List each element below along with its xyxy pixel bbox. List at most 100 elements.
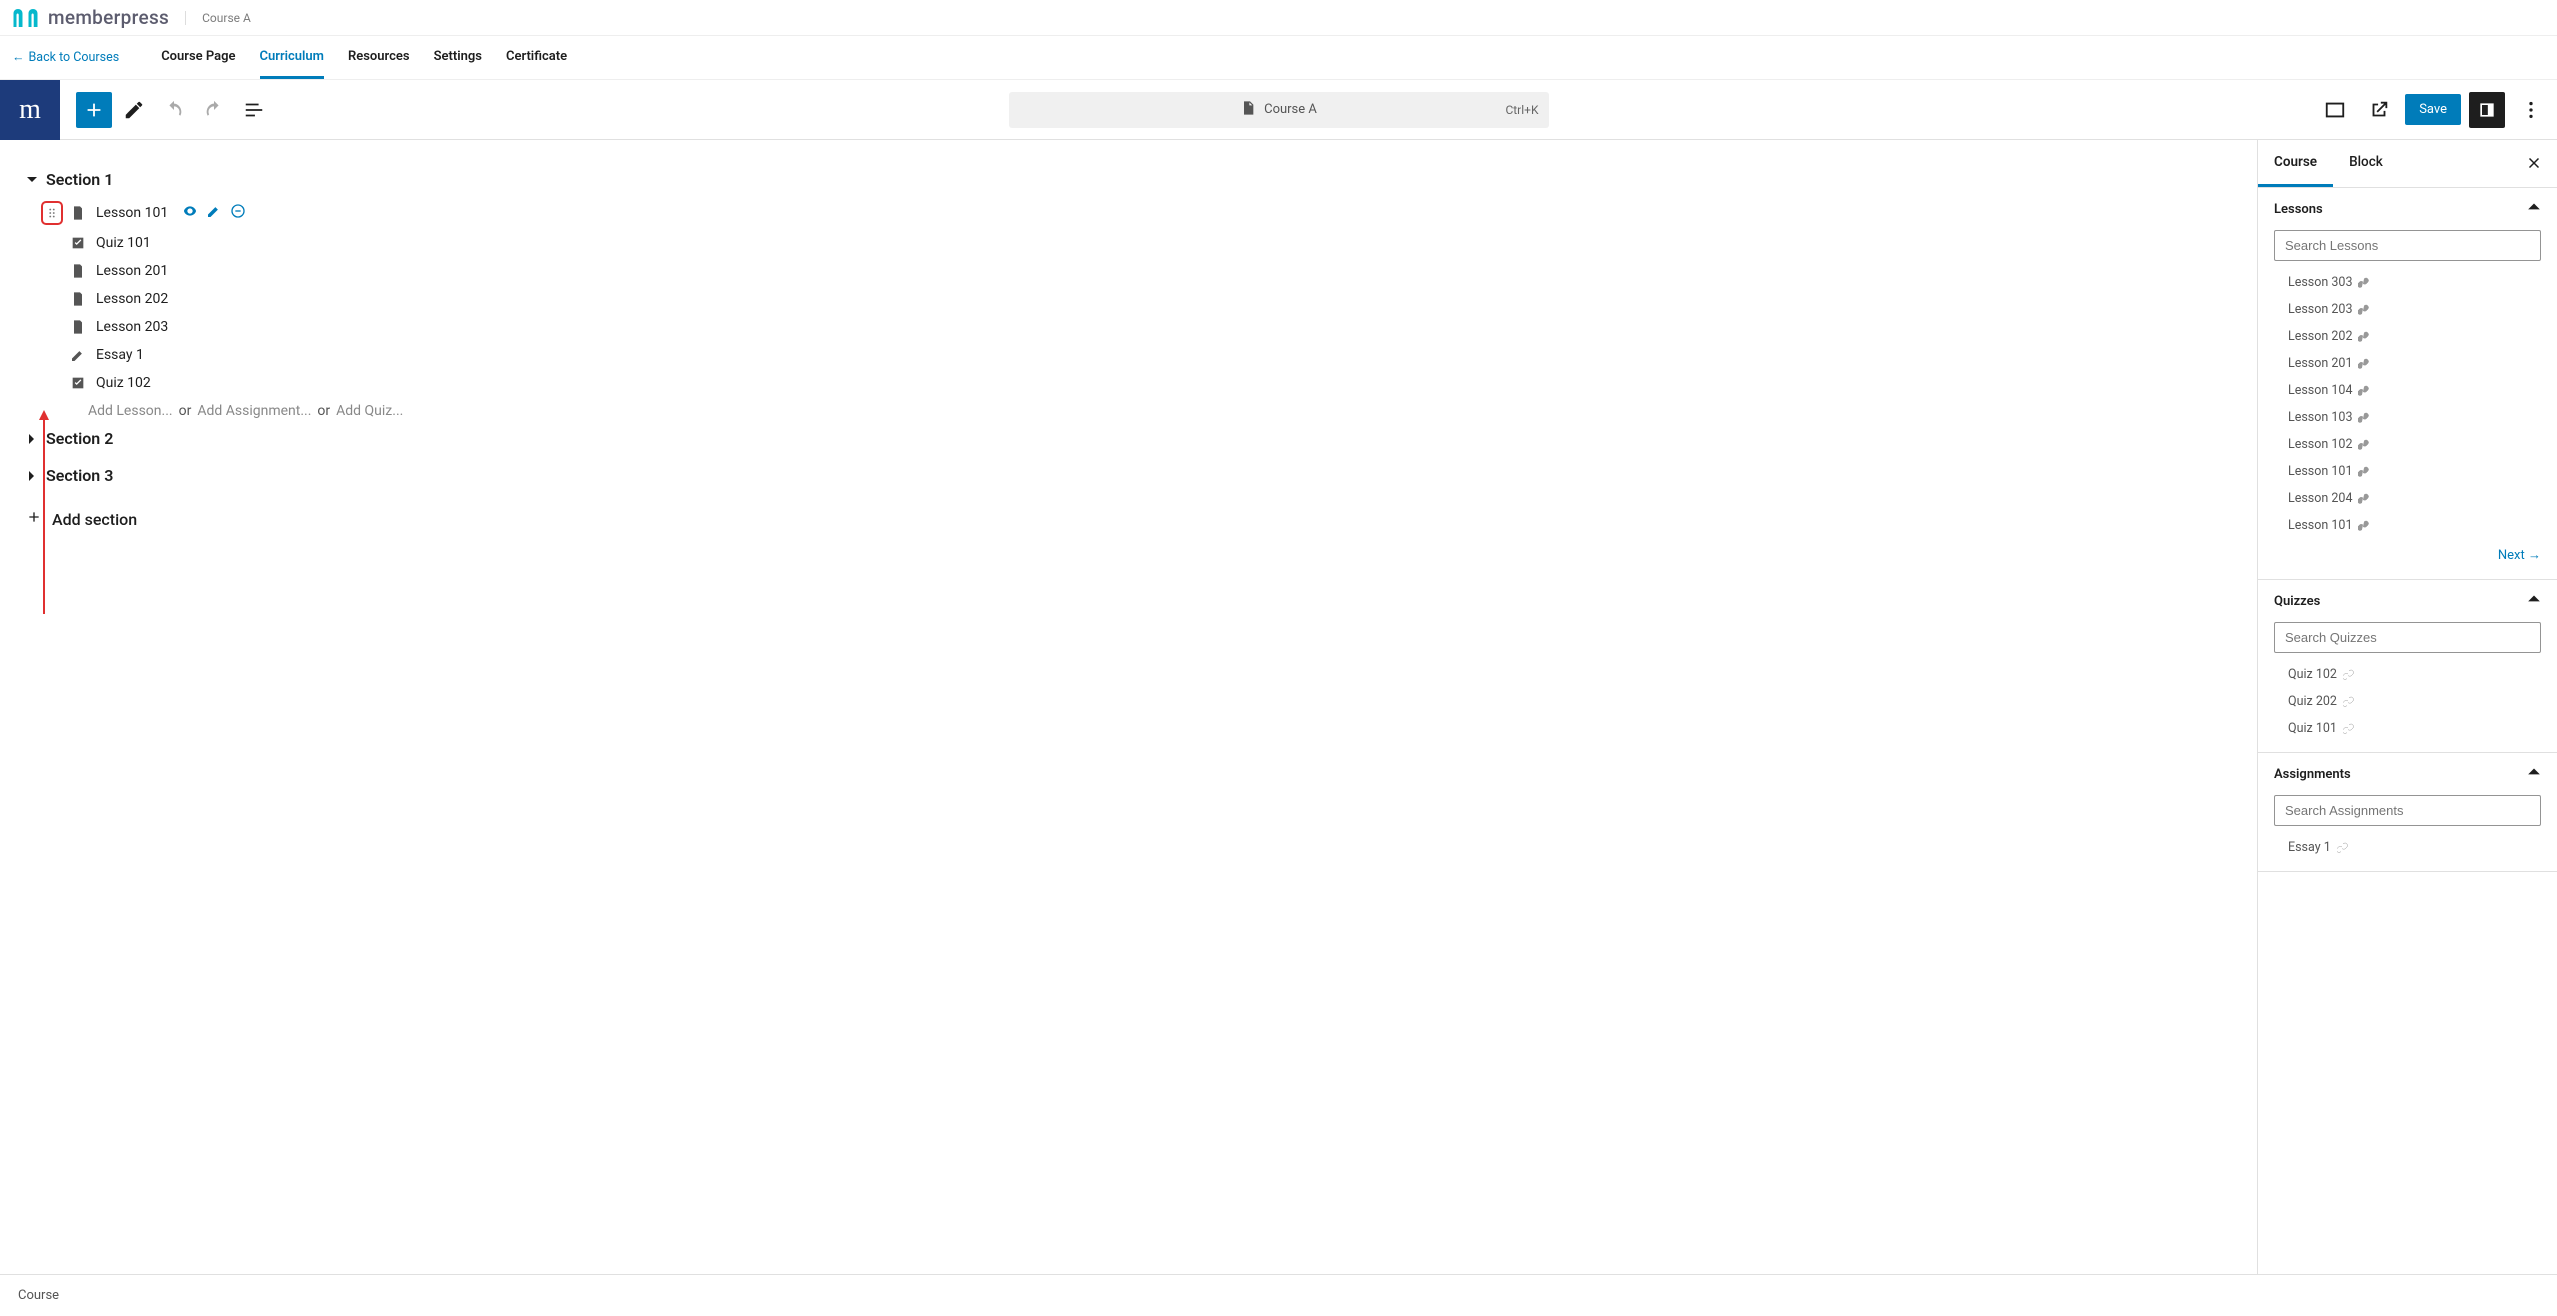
arrow-left-icon: ←: [12, 50, 25, 65]
logo-text: memberpress: [48, 6, 169, 29]
view-settings-button[interactable]: [2317, 92, 2353, 128]
quizzes-panel: Quizzes Quiz 102 Quiz 202 Quiz 101: [2258, 580, 2557, 753]
settings-sidebar: Course Block Lessons Lesson 303 Lesson 2…: [2257, 140, 2557, 1274]
section-header-2[interactable]: Section 2: [26, 429, 2231, 448]
brand-bar: memberpress Course A: [0, 0, 2557, 36]
section-title: Section 3: [46, 466, 113, 485]
sidebar-tab-course[interactable]: Course: [2258, 140, 2333, 187]
next-page-link[interactable]: Next →: [2274, 547, 2541, 563]
more-options-button[interactable]: [2513, 92, 2549, 128]
edit-mode-button[interactable]: [116, 92, 152, 128]
panel-item[interactable]: Quiz 102: [2288, 667, 2541, 682]
panel-item[interactable]: Essay 1: [2288, 840, 2541, 855]
back-to-courses-link[interactable]: ← Back to Courses: [12, 50, 119, 65]
assignments-panel: Assignments Essay 1: [2258, 753, 2557, 872]
add-assignment-link[interactable]: Add Assignment...: [197, 403, 311, 419]
tab-settings[interactable]: Settings: [434, 37, 482, 79]
lesson-row[interactable]: Essay 1: [44, 341, 2231, 369]
workspace: Section 1 Lesson 101 Quiz: [0, 140, 2557, 1274]
document-icon: [70, 263, 86, 279]
save-button[interactable]: Save: [2405, 94, 2461, 125]
annotation-arrow: [43, 418, 45, 614]
edit-icon[interactable]: [206, 203, 222, 223]
toggle-sidebar-button[interactable]: [2469, 92, 2505, 128]
undo-button[interactable]: [156, 92, 192, 128]
section-header-1[interactable]: Section 1: [26, 170, 2231, 189]
keyboard-shortcut-label: Ctrl+K: [1505, 103, 1538, 117]
nav-bar: ← Back to Courses Course Page Curriculum…: [0, 36, 2557, 80]
document-icon: [70, 205, 86, 221]
document-overview-button[interactable]: [236, 92, 272, 128]
assignments-search-input[interactable]: [2274, 795, 2541, 826]
lessons-panel: Lessons Lesson 303 Lesson 203 Lesson 202…: [2258, 188, 2557, 580]
panel-item[interactable]: Lesson 303: [2288, 275, 2541, 290]
course-name-breadcrumb: Course A: [185, 11, 251, 25]
footer-breadcrumb: Course: [0, 1274, 2557, 1316]
drag-handle-icon[interactable]: [44, 204, 60, 222]
tab-certificate[interactable]: Certificate: [506, 37, 567, 79]
section-title: Section 1: [46, 170, 113, 189]
tab-course-page[interactable]: Course Page: [161, 37, 235, 79]
panel-item[interactable]: Lesson 202: [2288, 329, 2541, 344]
document-icon: [70, 291, 86, 307]
panel-item[interactable]: Lesson 201: [2288, 356, 2541, 371]
document-title-bar[interactable]: Course A Ctrl+K: [1009, 92, 1549, 128]
tab-curriculum[interactable]: Curriculum: [260, 37, 324, 79]
document-icon: [1240, 100, 1256, 120]
chevron-right-icon: [26, 470, 38, 482]
section-title: Section 2: [46, 429, 113, 448]
add-row: Add Lesson... or Add Assignment... or Ad…: [88, 403, 2231, 419]
lesson-label: Quiz 102: [96, 375, 151, 391]
lesson-label: Quiz 101: [96, 235, 151, 251]
or-label: or: [179, 403, 192, 419]
panel-item[interactable]: Lesson 204: [2288, 491, 2541, 506]
chevron-down-icon: [26, 174, 38, 186]
lesson-label: Lesson 101: [96, 205, 168, 221]
lesson-row[interactable]: Lesson 203: [44, 313, 2231, 341]
top-tabs: Course Page Curriculum Resources Setting…: [161, 37, 567, 79]
panel-item[interactable]: Lesson 102: [2288, 437, 2541, 452]
open-external-button[interactable]: [2361, 92, 2397, 128]
add-section-label: Add section: [52, 510, 137, 529]
or-label: or: [317, 403, 330, 419]
lesson-label: Lesson 201: [96, 263, 168, 279]
lesson-row[interactable]: Quiz 101: [44, 229, 2231, 257]
add-block-button[interactable]: [76, 92, 112, 128]
tab-resources[interactable]: Resources: [348, 37, 410, 79]
footer-label: Course: [18, 1288, 59, 1303]
lesson-row[interactable]: Lesson 202: [44, 285, 2231, 313]
close-sidebar-button[interactable]: [2511, 140, 2557, 187]
lesson-label: Lesson 202: [96, 291, 168, 307]
quiz-icon: [70, 235, 86, 251]
chevron-up-icon[interactable]: [2527, 765, 2541, 783]
panel-item[interactable]: Lesson 203: [2288, 302, 2541, 317]
lesson-row[interactable]: Lesson 101: [44, 197, 2231, 229]
chevron-up-icon[interactable]: [2527, 592, 2541, 610]
section-header-3[interactable]: Section 3: [26, 466, 2231, 485]
panel-item[interactable]: Quiz 202: [2288, 694, 2541, 709]
sidebar-tab-block[interactable]: Block: [2333, 140, 2399, 187]
curriculum-canvas: Section 1 Lesson 101 Quiz: [0, 140, 2257, 1274]
chevron-up-icon[interactable]: [2527, 200, 2541, 218]
panel-item[interactable]: Lesson 101: [2288, 518, 2541, 533]
add-quiz-link[interactable]: Add Quiz...: [336, 403, 403, 419]
memberpress-logo[interactable]: memberpress: [12, 6, 169, 29]
quiz-icon: [70, 375, 86, 391]
remove-icon[interactable]: [230, 203, 246, 223]
add-lesson-link[interactable]: Add Lesson...: [88, 403, 173, 419]
add-section-button[interactable]: Add section: [26, 509, 2231, 529]
preview-icon[interactable]: [182, 203, 198, 223]
lessons-search-input[interactable]: [2274, 230, 2541, 261]
panel-title: Lessons: [2274, 202, 2323, 217]
panel-item[interactable]: Lesson 104: [2288, 383, 2541, 398]
panel-item[interactable]: Quiz 101: [2288, 721, 2541, 736]
panel-item[interactable]: Lesson 101: [2288, 464, 2541, 479]
panel-item[interactable]: Lesson 103: [2288, 410, 2541, 425]
plus-icon: [26, 509, 42, 529]
redo-button[interactable]: [196, 92, 232, 128]
wp-admin-icon[interactable]: m: [0, 80, 60, 140]
lesson-row[interactable]: Lesson 201: [44, 257, 2231, 285]
lesson-row[interactable]: Quiz 102: [44, 369, 2231, 397]
quizzes-search-input[interactable]: [2274, 622, 2541, 653]
panel-title: Assignments: [2274, 767, 2351, 782]
